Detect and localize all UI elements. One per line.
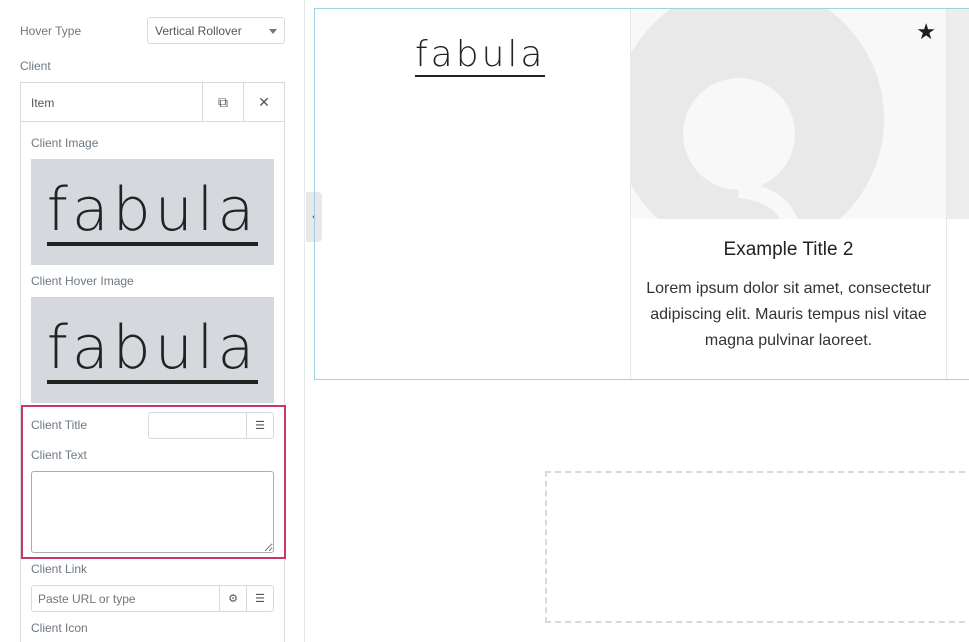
dynamic-tags-button[interactable]: ☰ (246, 586, 273, 611)
hover-type-value: Vertical Rollover (155, 24, 242, 38)
client-card-1[interactable]: fabula (315, 9, 631, 379)
star-icon: ★ (916, 19, 936, 44)
copy-icon: ⧉ (218, 94, 228, 110)
client-hover-image-label: Client Hover Image (31, 274, 134, 288)
caret-down-icon (269, 29, 277, 34)
duplicate-button[interactable]: ⧉ (202, 83, 243, 122)
client-label: Client (20, 59, 51, 73)
hover-type-label: Hover Type (20, 24, 82, 38)
client-hover-image-picker[interactable]: fabula (31, 297, 274, 403)
dynamic-tags-button[interactable]: ☰ (246, 413, 273, 438)
drop-zone[interactable] (545, 471, 969, 623)
client-link-field: ⚙ ☰ (31, 585, 274, 612)
placeholder-image (631, 9, 946, 219)
clients-preview: fabula ★ Example Title 2 Lorem ipsum dol… (314, 8, 969, 380)
image-placeholder-icon (631, 9, 884, 219)
gear-icon: ⚙ (228, 593, 238, 605)
editor-panel: Hover Type Vertical Rollover Client Item… (0, 0, 305, 642)
database-icon: ☰ (255, 593, 265, 605)
client-link-input[interactable] (32, 586, 220, 611)
client-image-label: Client Image (31, 136, 99, 150)
client-image-logo: fabula (46, 175, 259, 246)
database-icon: ☰ (255, 420, 265, 432)
link-options-button[interactable]: ⚙ (219, 586, 246, 611)
close-icon: ✕ (258, 94, 270, 110)
repeater-item-header[interactable]: Item ⧉ ✕ (21, 83, 284, 122)
client-title-label: Client Title (31, 418, 88, 432)
client-image-picker[interactable]: fabula (31, 159, 274, 265)
client-hover-image-logo: fabula (46, 313, 259, 384)
card-text: Lorem ipsum dolor sit amet, consectetur … (646, 280, 931, 349)
card-title: Example Title 2 (723, 239, 854, 260)
client-card-3[interactable] (947, 9, 969, 379)
client-text-textarea[interactable] (31, 471, 274, 553)
client-link-label: Client Link (31, 562, 88, 576)
client-text-label: Client Text (31, 448, 87, 462)
client-icon-label: Client Icon (31, 621, 88, 635)
client-logo: fabula (415, 34, 546, 77)
hover-type-select[interactable]: Vertical Rollover (147, 17, 285, 44)
client-card-2[interactable]: ★ Example Title 2 Lorem ipsum dolor sit … (631, 9, 947, 379)
client-title-input[interactable]: ☰ (148, 412, 274, 439)
item-title: Item (31, 96, 55, 110)
remove-button[interactable]: ✕ (243, 83, 284, 122)
placeholder-image (947, 9, 969, 219)
